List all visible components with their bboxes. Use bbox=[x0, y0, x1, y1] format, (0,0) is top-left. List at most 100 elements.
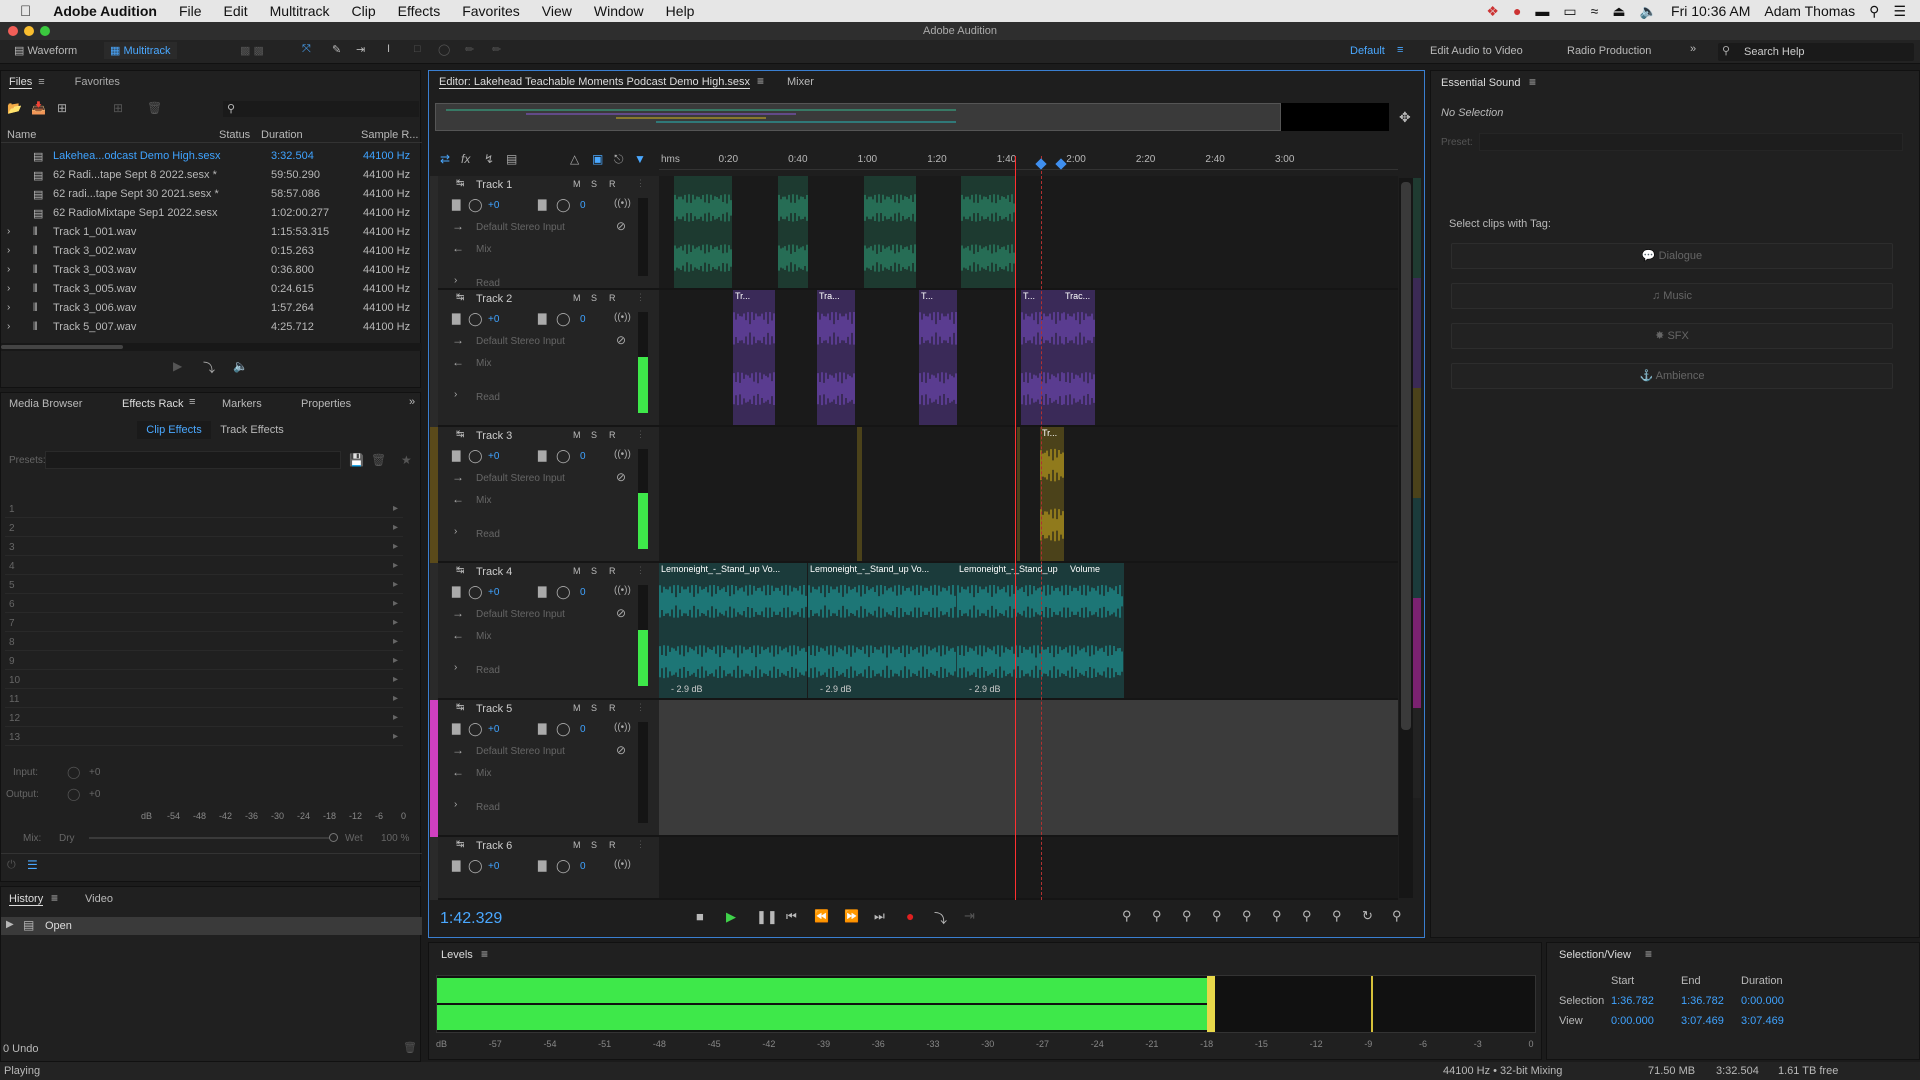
effect-slot[interactable]: 2 ▸ bbox=[5, 520, 403, 537]
pan-knob-icon[interactable]: ◯ bbox=[556, 858, 571, 874]
track-volume[interactable]: +0 bbox=[488, 587, 499, 598]
output-gain-knob-icon[interactable]: ◯ bbox=[67, 787, 80, 801]
audio-clip[interactable]: Trac... bbox=[1063, 290, 1095, 425]
battery-icon[interactable]: ▬ bbox=[1535, 3, 1549, 19]
audio-clip[interactable] bbox=[674, 176, 732, 288]
track-name[interactable]: Track 6 bbox=[476, 840, 512, 852]
track-output[interactable]: Mix bbox=[476, 631, 492, 642]
audio-clip[interactable]: T... bbox=[1021, 290, 1063, 425]
track-header[interactable]: ↹ Track 6 M S R ⋮ ▇ ◯ +0 ▇ ◯ 0 ((•)) bbox=[438, 837, 660, 900]
phase-invert-icon[interactable]: ⊘ bbox=[616, 743, 626, 757]
effect-slot[interactable]: 5 ▸ bbox=[5, 577, 403, 594]
audio-clip[interactable] bbox=[864, 176, 916, 288]
selection-end[interactable]: 1:36.782 bbox=[1681, 995, 1724, 1007]
track-drag-icon[interactable]: ↹ bbox=[456, 839, 464, 850]
view-end[interactable]: 3:07.469 bbox=[1681, 1015, 1724, 1027]
track-menu-icon[interactable]: ⋮ bbox=[636, 292, 645, 303]
minimize-window-button[interactable] bbox=[24, 26, 34, 36]
effect-slot[interactable]: 9 ▸ bbox=[5, 653, 403, 670]
workspace-menu-icon[interactable]: ≡ bbox=[1397, 44, 1403, 56]
record-arm-button[interactable]: R bbox=[609, 430, 616, 440]
audio-clip-edge[interactable] bbox=[1017, 427, 1020, 561]
overview-navigator[interactable] bbox=[435, 103, 1281, 131]
healing-tool-icon[interactable]: ✏ bbox=[492, 43, 501, 56]
input-gain-value[interactable]: +0 bbox=[89, 767, 100, 778]
history-item[interactable]: ▶ ▤ Open bbox=[1, 917, 422, 935]
time-selection-tool-icon[interactable]: I bbox=[387, 43, 390, 55]
selection-duration[interactable]: 0:00.000 bbox=[1741, 995, 1784, 1007]
track-drag-icon[interactable]: ↹ bbox=[456, 292, 464, 303]
effect-slot[interactable]: 4 ▸ bbox=[5, 558, 403, 575]
file-row[interactable]: ▤ 62 radi...tape Sept 30 2021.sesx * 58:57… bbox=[1, 185, 420, 204]
workspace-edit-audio-to-video[interactable]: Edit Audio to Video bbox=[1430, 45, 1523, 57]
track-drag-icon[interactable]: ↹ bbox=[456, 565, 464, 576]
track-header[interactable]: ↹ Track 4 M S R ⋮ ▇ ◯ +0 ▇ ◯ 0 ((•)) → Default Stereo … bbox=[438, 563, 660, 700]
stereo-icon[interactable]: ((•)) bbox=[614, 449, 631, 460]
track-name[interactable]: Track 5 bbox=[476, 703, 512, 715]
save-preset-icon[interactable]: 💾 bbox=[349, 453, 364, 467]
mute-button[interactable]: M bbox=[573, 430, 581, 440]
effect-slot-arrow-icon[interactable]: ▸ bbox=[393, 693, 398, 704]
track-lane[interactable] bbox=[659, 176, 1398, 290]
file-row[interactable]: › ⫴ Track 3_006.wav 1:57.264 44100 Hz bbox=[1, 299, 420, 318]
track-volume[interactable]: +0 bbox=[488, 451, 499, 462]
insert-icon[interactable]: ⊞ bbox=[113, 101, 123, 115]
track-output[interactable]: Mix bbox=[476, 495, 492, 506]
zoom-full-icon[interactable]: ⚲ bbox=[1242, 908, 1252, 924]
stereo-icon[interactable]: ((•)) bbox=[614, 859, 631, 870]
phase-invert-icon[interactable]: ⊘ bbox=[616, 470, 626, 484]
zoom-out-time-icon[interactable]: ⚲ bbox=[1212, 908, 1222, 924]
selection-view-menu-icon[interactable]: ≡ bbox=[1645, 947, 1652, 961]
automation-expand-icon[interactable]: › bbox=[454, 662, 457, 673]
file-row[interactable]: ▤ 62 Radi...tape Sept 8 2022.sesx * 59:50.… bbox=[1, 166, 420, 185]
audio-clip[interactable]: Lemoneight_-_Stand_up Vo... bbox=[808, 563, 957, 698]
track-output[interactable]: Mix bbox=[476, 358, 492, 369]
open-folder-icon[interactable]: 📂 bbox=[7, 101, 22, 115]
expand-triangle-icon[interactable]: › bbox=[7, 321, 10, 332]
tab-properties[interactable]: Properties bbox=[301, 398, 351, 410]
effect-slot-arrow-icon[interactable]: ▸ bbox=[393, 541, 398, 552]
solo-button[interactable]: S bbox=[591, 179, 597, 189]
zoom-out-amplitude-icon[interactable]: ⚲ bbox=[1152, 908, 1162, 924]
menu-multitrack[interactable]: Multitrack bbox=[259, 3, 341, 19]
lasso-tool-icon[interactable]: ◯ bbox=[438, 43, 450, 56]
airplay-icon[interactable]: ▭ bbox=[1563, 3, 1576, 20]
clock[interactable]: Fri 10:36 AM bbox=[1671, 3, 1750, 19]
automation-expand-icon[interactable]: › bbox=[454, 275, 457, 286]
zoom-out-point-icon[interactable]: ⚲ bbox=[1302, 908, 1312, 924]
zoom-reset-icon[interactable]: ↻ bbox=[1362, 908, 1373, 924]
scrollbar-thumb[interactable] bbox=[1, 345, 123, 349]
tab-effects-rack[interactable]: Effects Rack bbox=[122, 398, 184, 410]
move-tool-icon[interactable]: ⤧ bbox=[302, 43, 311, 56]
play-button[interactable]: ▶ bbox=[726, 909, 736, 925]
track-name[interactable]: Track 3 bbox=[476, 430, 512, 442]
track-menu-icon[interactable]: ⋮ bbox=[636, 702, 645, 713]
track-header[interactable]: ↹ Track 5 M S R ⋮ ▇ ◯ +0 ▇ ◯ 0 ((•)) → Default Stereo … bbox=[438, 700, 660, 837]
dialogue-tag-button[interactable]: 💬 Dialogue bbox=[1451, 243, 1893, 269]
sends-icon[interactable]: ↯ bbox=[484, 152, 494, 166]
ambience-tag-button[interactable]: ⚓ Ambience bbox=[1451, 363, 1893, 389]
editor-title-tab[interactable]: Editor: Lakehead Teachable Moments Podca… bbox=[439, 76, 751, 89]
new-file-icon[interactable]: ⊞ bbox=[57, 101, 67, 115]
effect-slot-arrow-icon[interactable]: ▸ bbox=[393, 617, 398, 628]
snap-icon[interactable]: ▣ bbox=[592, 152, 603, 166]
menu-clip[interactable]: Clip bbox=[341, 3, 387, 19]
selection-view-title[interactable]: Selection/View bbox=[1559, 949, 1631, 961]
phase-invert-icon[interactable]: ⊘ bbox=[616, 333, 626, 347]
expand-triangle-icon[interactable]: › bbox=[7, 302, 10, 313]
workspace-default[interactable]: Default bbox=[1350, 45, 1385, 57]
track-lane[interactable]: Lemoneight_-_Stand_up Vo... Lemoneight_-_… bbox=[659, 563, 1398, 700]
audio-clip[interactable]: Tr... bbox=[733, 290, 775, 425]
file-row[interactable]: › ⫴ Track 1_001.wav 1:15:53.315 44100 Hz bbox=[1, 223, 420, 242]
tab-mixer[interactable]: Mixer bbox=[787, 76, 814, 88]
volume-knob-icon[interactable]: ◯ bbox=[468, 311, 483, 327]
waveform-view-button[interactable]: ▤ Waveform bbox=[14, 44, 77, 57]
creative-cloud-icon[interactable]: ● bbox=[1513, 3, 1521, 19]
track-input[interactable]: Default Stereo Input bbox=[476, 222, 565, 233]
effect-slot[interactable]: 7 ▸ bbox=[5, 615, 403, 632]
zoom-window-button[interactable] bbox=[40, 26, 50, 36]
audio-clip[interactable] bbox=[961, 176, 1015, 288]
stop-button[interactable]: ■ bbox=[696, 909, 704, 924]
clear-history-icon[interactable]: 🗑 bbox=[403, 1041, 417, 1054]
pan-knob-icon[interactable]: ◯ bbox=[556, 721, 571, 737]
